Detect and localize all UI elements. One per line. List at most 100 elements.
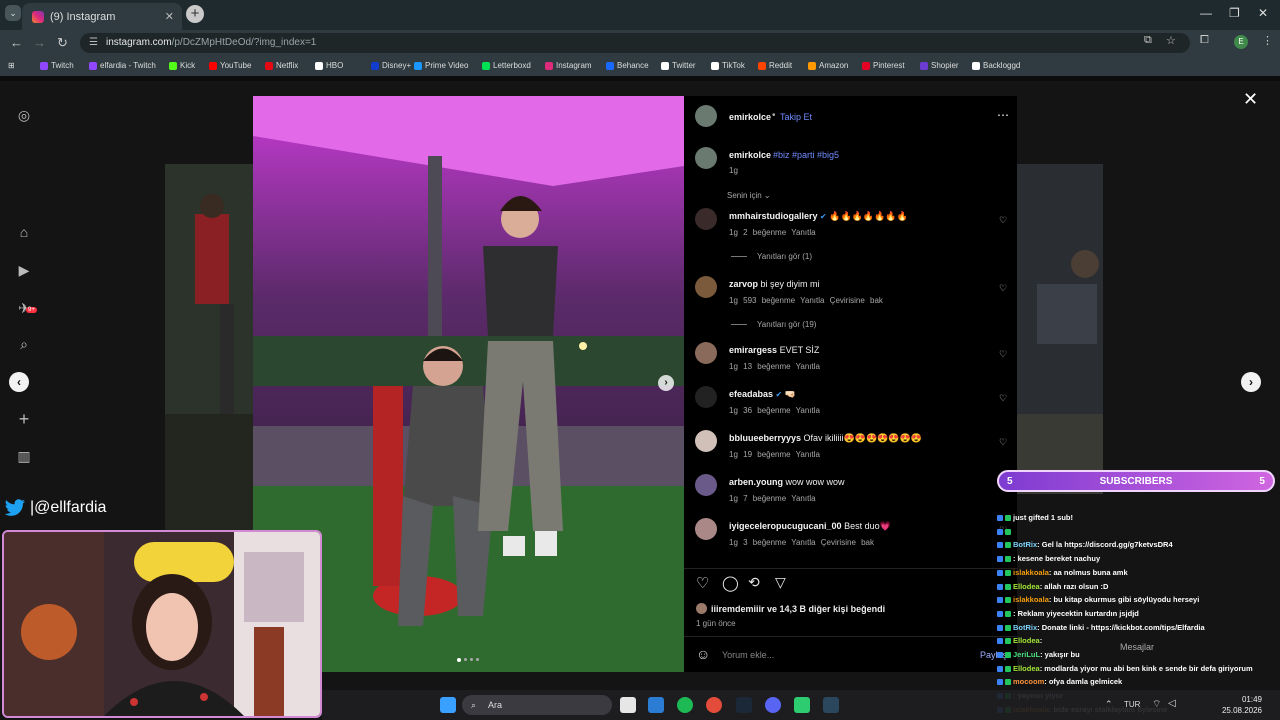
chevron-up-icon[interactable]: ⌃ (1105, 699, 1113, 710)
commenter-username[interactable]: iyigeceleropucugucani_00 (729, 521, 842, 531)
comment-like-icon[interactable]: ♡ (999, 215, 1007, 226)
comment-bubble-icon[interactable]: ◯ (722, 574, 739, 592)
adjacent-post-left[interactable] (165, 164, 255, 414)
reload-icon[interactable]: ↻ (57, 35, 68, 51)
bookmark-item[interactable]: TikTok (711, 61, 745, 70)
spotify-icon[interactable] (677, 697, 693, 713)
comment-meta[interactable]: 1g 2 beğenme Yanıtla (729, 228, 816, 237)
chat-username[interactable]: BotRix (1013, 623, 1037, 632)
next-post-button[interactable]: › (1241, 372, 1261, 392)
prev-post-button[interactable]: ‹ (9, 372, 29, 392)
chat-username[interactable]: mocoom (1013, 677, 1044, 686)
insights-icon[interactable]: ▥ (16, 448, 32, 464)
maximize-icon[interactable]: ❐ (1229, 6, 1240, 20)
home-icon[interactable]: ⌂ (16, 224, 32, 240)
bookmark-item[interactable]: Behance (606, 61, 649, 70)
caption-hashtags[interactable]: #biz #parti #big5 (773, 150, 839, 160)
bookmark-item[interactable]: Pinterest (862, 61, 905, 70)
outlook-icon[interactable] (648, 697, 664, 713)
sort-dropdown[interactable]: Senin için ⌄ (727, 191, 771, 200)
bookmark-item[interactable]: YouTube (209, 61, 251, 70)
bookmark-item[interactable]: Instagram (545, 61, 592, 70)
commenter-username[interactable]: bbluueeberryyys (729, 433, 801, 443)
chat-username[interactable]: JeriLuL (1013, 650, 1040, 659)
comment-meta[interactable]: 1g 593 beğenme Yanıtla Çevirisine bak (729, 296, 883, 305)
extensions-icon[interactable]: ⧠ (1200, 34, 1209, 47)
caption-avatar[interactable] (695, 147, 717, 169)
create-icon[interactable]: + (16, 410, 32, 428)
chat-username[interactable]: Ellodea (1013, 664, 1040, 673)
bookmark-item[interactable]: Twitter (661, 61, 696, 70)
commenter-avatar[interactable] (695, 276, 717, 298)
commenter-username[interactable]: mmhairstudiogallery (729, 211, 818, 221)
new-tab-button[interactable]: + (186, 5, 204, 23)
commenter-username[interactable]: arben.young (729, 477, 783, 487)
like-heart-icon[interactable]: ♡ (696, 574, 709, 592)
discord-icon[interactable] (765, 697, 781, 713)
wifi-icon[interactable]: ⌔ (1152, 698, 1161, 711)
clock[interactable]: 01:49 25.08.2026 (1202, 694, 1262, 716)
bookmark-item[interactable]: Kick (169, 61, 195, 70)
repost-icon[interactable]: ⟲ (748, 574, 760, 591)
bookmark-item[interactable]: Amazon (808, 61, 848, 70)
close-window-icon[interactable]: ✕ (1258, 6, 1268, 20)
steam-icon[interactable] (736, 697, 752, 713)
start-windows-icon[interactable] (440, 697, 456, 713)
bookmark-item[interactable]: Reddit (758, 61, 792, 70)
commenter-avatar[interactable] (695, 474, 717, 496)
commenter-avatar[interactable] (695, 386, 717, 408)
volume-icon[interactable]: ◁ (1168, 698, 1176, 709)
share-icon[interactable]: ▽ (775, 574, 786, 591)
comment-meta[interactable]: 1g 36 beğenme Yanıtla (729, 406, 820, 415)
comment-meta[interactable]: 1g 19 beğenme Yanıtla (729, 450, 820, 459)
comment-meta[interactable]: 1g 7 beğenme Yanıtla (729, 494, 816, 503)
comment-like-icon[interactable]: ♡ (999, 283, 1007, 294)
chat-username[interactable]: BotRix (1013, 540, 1037, 549)
bookmark-star-icon[interactable]: ☆ (1166, 34, 1176, 47)
bookmark-item[interactable]: Letterboxd (482, 61, 531, 70)
back-icon[interactable]: ← (10, 35, 23, 50)
comment-like-icon[interactable]: ♡ (999, 349, 1007, 360)
commenter-username[interactable]: efeadabas (729, 389, 773, 399)
emoji-picker-icon[interactable]: ☺ (696, 646, 710, 662)
cast-icon[interactable]: ⧉ (1144, 34, 1152, 47)
bookmark-item[interactable]: HBO (315, 61, 343, 70)
site-info-icon[interactable]: ☰ (89, 33, 98, 53)
author-username[interactable]: emirkolce (729, 112, 771, 122)
bookmark-item[interactable]: Netflix (265, 61, 298, 70)
minimize-icon[interactable]: — (1200, 6, 1212, 20)
author-avatar[interactable] (695, 105, 717, 127)
bookmark-item[interactable]: Disney+ (371, 61, 411, 70)
follow-button[interactable]: Takip Et (780, 112, 812, 122)
comment-input[interactable]: Yorum ekle... (722, 650, 774, 660)
commenter-avatar[interactable] (695, 342, 717, 364)
commenter-username[interactable]: emirargess (729, 345, 777, 355)
steam-secondary-icon[interactable] (823, 697, 839, 713)
kick-app-icon[interactable] (794, 697, 810, 713)
profile-avatar[interactable]: E (1234, 35, 1248, 49)
bookmark-item[interactable]: elfardia - Twitch (89, 61, 156, 70)
next-image-button[interactable]: › (658, 375, 674, 391)
more-options-icon[interactable]: ⋯ (997, 108, 1009, 122)
tab-search-button[interactable]: ⌄ (5, 5, 21, 21)
view-replies-link[interactable]: Yanıtları gör (1) (731, 252, 812, 261)
chrome-icon[interactable] (706, 697, 722, 713)
comment-meta[interactable]: 1g 3 beğenme Yanıtla Çevirisine bak (729, 538, 874, 547)
bookmark-item[interactable]: Shopier (920, 61, 959, 70)
taskbar-search[interactable]: ⌕ Ara (462, 695, 612, 715)
menu-kebab-icon[interactable]: ⋮ (1262, 34, 1273, 47)
comment-like-icon[interactable]: ♡ (999, 437, 1007, 448)
caption-username[interactable]: emirkolce (729, 150, 771, 160)
bookmark-item[interactable]: Twitch (40, 61, 74, 70)
comment-meta[interactable]: 1g 13 beğenme Yanıtla (729, 362, 820, 371)
language-indicator[interactable]: TUR (1124, 700, 1140, 709)
browser-tab[interactable]: (9) Instagram ✕ (22, 3, 182, 30)
adjacent-post-right[interactable] (1017, 164, 1103, 414)
forward-icon[interactable]: → (33, 35, 46, 50)
chat-username[interactable]: islakkoala (1013, 568, 1049, 577)
reels-icon[interactable]: ▶ (16, 262, 32, 278)
likes-summary[interactable]: iiiremdemiiir ve 14,3 B diğer kişi beğen… (711, 604, 885, 614)
commenter-avatar[interactable] (695, 430, 717, 452)
commenter-avatar[interactable] (695, 518, 717, 540)
instagram-logo-icon[interactable]: ◎ (16, 107, 32, 123)
